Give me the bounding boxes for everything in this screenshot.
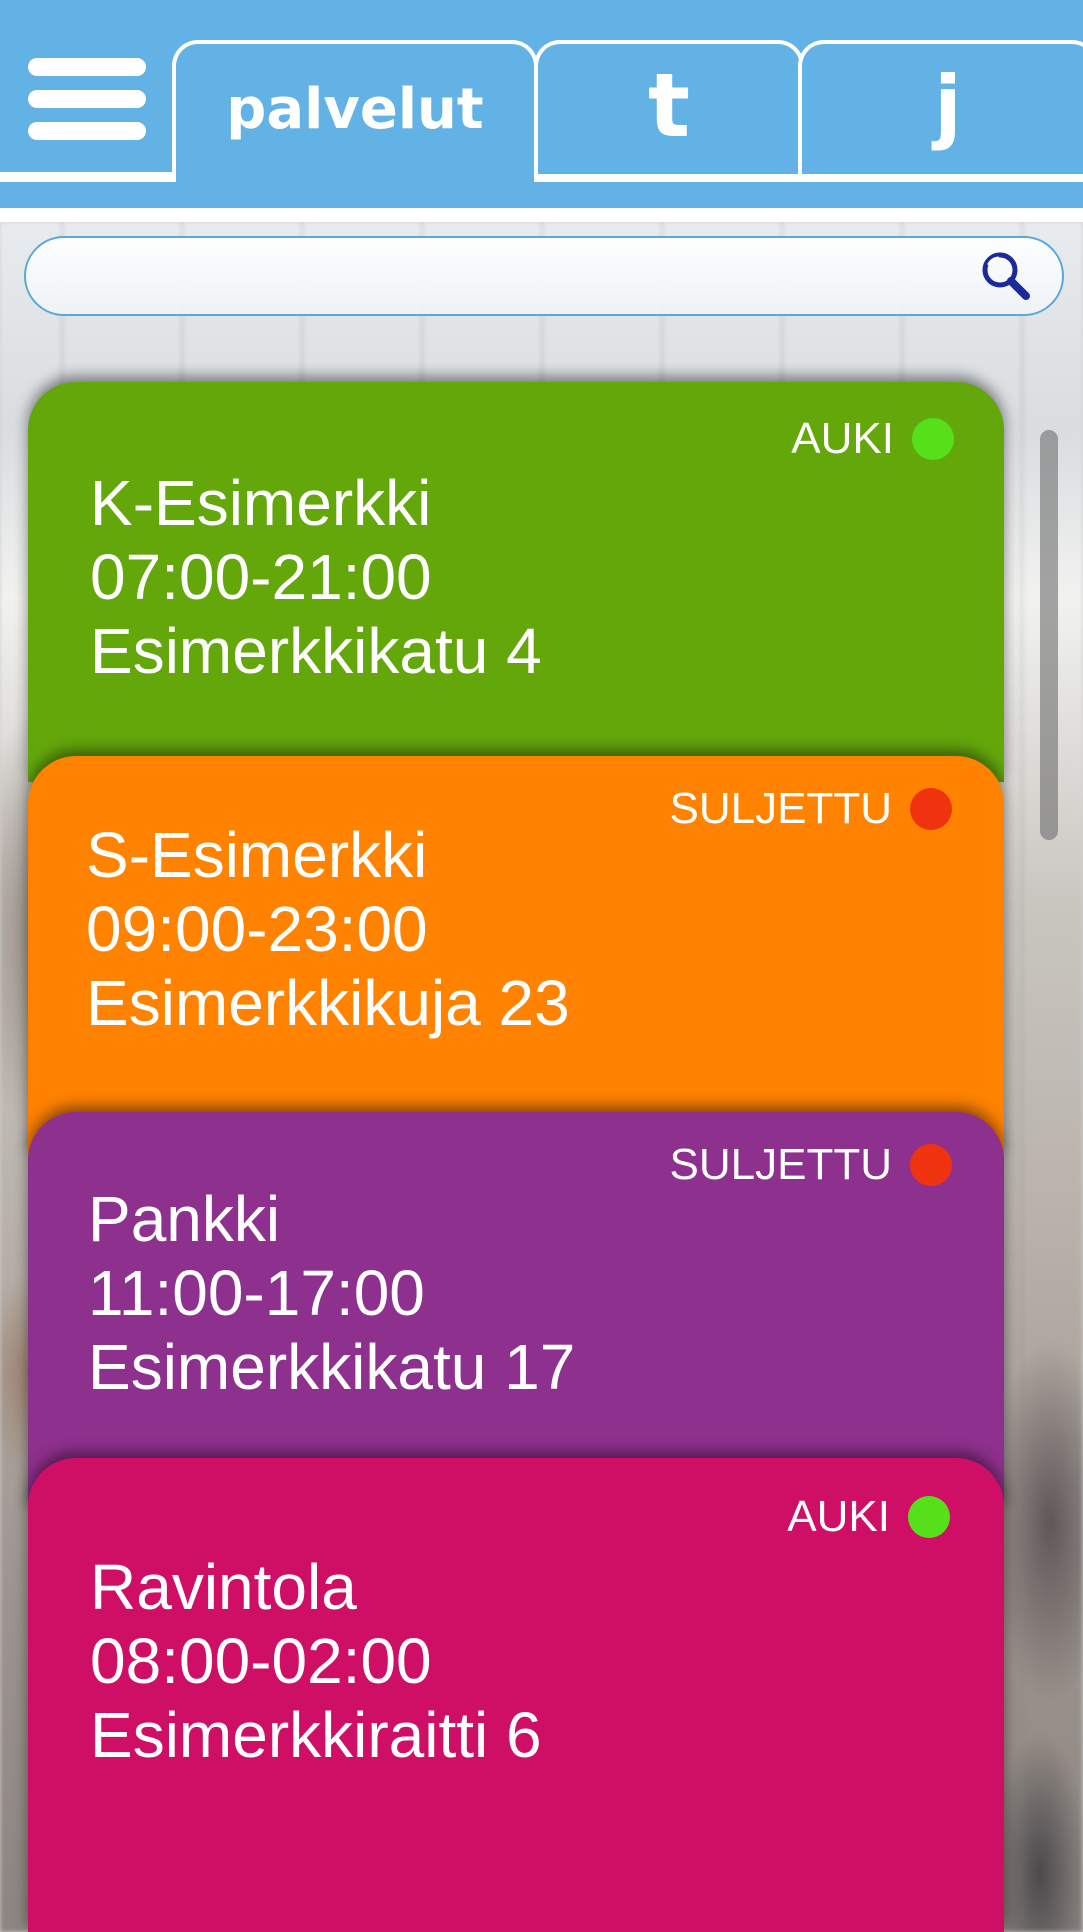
top-bar: palvelut t j bbox=[0, 0, 1083, 222]
service-address: Esimerkkikatu 4 bbox=[90, 615, 542, 687]
tab-j[interactable]: j bbox=[798, 40, 1083, 174]
opening-hours: 07:00-21:00 bbox=[90, 541, 432, 613]
service-card-ravintola[interactable]: AUKI Ravintola 08:00-02:00 Esimerkkirait… bbox=[28, 1458, 1004, 1932]
status-badge: AUKI bbox=[787, 1492, 950, 1542]
status-dot-icon bbox=[912, 418, 954, 460]
status-label: AUKI bbox=[787, 1492, 890, 1541]
opening-hours: 09:00-23:00 bbox=[86, 893, 428, 965]
header-bottom-border bbox=[0, 208, 1083, 222]
service-address: Esimerkkikuja 23 bbox=[86, 967, 570, 1039]
search-bar bbox=[24, 236, 1064, 316]
service-name: Ravintola bbox=[90, 1551, 357, 1623]
status-dot-icon bbox=[910, 1144, 952, 1186]
menu-line bbox=[28, 122, 146, 140]
tab-label: j bbox=[934, 58, 962, 152]
status-badge: SULJETTU bbox=[670, 784, 952, 834]
scrollbar-thumb[interactable] bbox=[1040, 430, 1058, 840]
tab-t[interactable]: t bbox=[534, 40, 804, 174]
service-card-s-esimerkki[interactable]: SULJETTU S-Esimerkki 09:00-23:00 Esimerk… bbox=[28, 756, 1004, 1156]
status-dot-icon bbox=[910, 788, 952, 830]
service-address: Esimerkkiraitti 6 bbox=[90, 1699, 542, 1771]
status-badge: AUKI bbox=[791, 414, 954, 464]
tab-label: t bbox=[647, 53, 691, 157]
status-label: SULJETTU bbox=[669, 784, 892, 833]
service-name: K-Esimerkki bbox=[90, 467, 432, 539]
menu-line bbox=[28, 58, 146, 76]
service-address: Esimerkkikatu 17 bbox=[88, 1331, 576, 1403]
opening-hours: 11:00-17:00 bbox=[88, 1257, 425, 1329]
status-label: SULJETTU bbox=[669, 1140, 892, 1189]
service-name: S-Esimerkki bbox=[86, 819, 428, 891]
status-label: AUKI bbox=[791, 414, 894, 463]
service-card-pankki[interactable]: SULJETTU Pankki 11:00-17:00 Esimerkkikat… bbox=[28, 1112, 1004, 1512]
tab-palvelut[interactable]: palvelut bbox=[172, 40, 538, 182]
opening-hours: 08:00-02:00 bbox=[90, 1625, 432, 1697]
hamburger-menu-icon[interactable] bbox=[28, 58, 146, 140]
search-icon[interactable] bbox=[976, 246, 1036, 306]
menu-line bbox=[28, 90, 146, 108]
status-dot-icon bbox=[908, 1496, 950, 1538]
service-card-k-esimerkki[interactable]: AUKI K-Esimerkki 07:00-21:00 Esimerkkika… bbox=[28, 382, 1004, 782]
status-badge: SULJETTU bbox=[670, 1140, 952, 1190]
service-name: Pankki bbox=[88, 1183, 281, 1255]
search-input[interactable] bbox=[26, 246, 976, 306]
tab-label: palvelut bbox=[226, 76, 484, 142]
